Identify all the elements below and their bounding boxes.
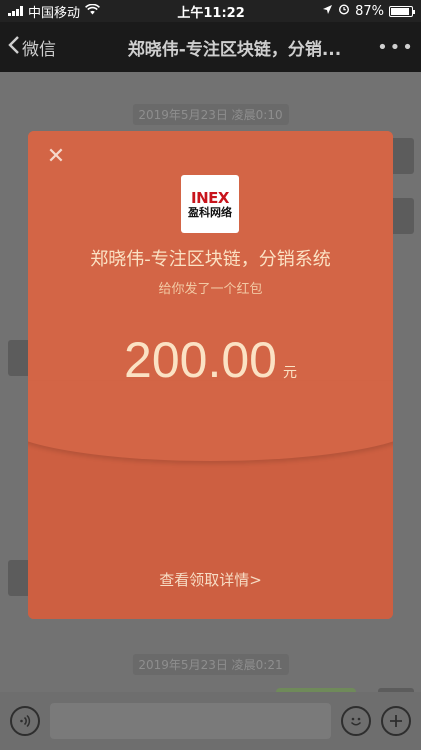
nav-bar: 微信 郑晓伟-专注区块链，分销... ••• [0, 22, 421, 72]
timestamp: 2019年5月23日 凌晨0:21 [132, 654, 289, 675]
alarm-icon [338, 3, 350, 19]
logo-text: INEX [191, 188, 229, 207]
timestamp: 2019年5月23日 凌晨0:10 [132, 104, 289, 125]
more-button[interactable]: ••• [371, 37, 421, 58]
clock: 上午11:22 [177, 5, 245, 21]
carrier-label: 中国移动 [28, 5, 81, 21]
back-button[interactable]: 微信 [0, 35, 98, 60]
currency-label: 元 [282, 365, 297, 381]
voice-icon[interactable] [10, 706, 40, 736]
battery-percent: 87% [355, 3, 384, 19]
battery-icon [389, 5, 415, 17]
amount-row: 200.00 元 [28, 331, 393, 389]
signal-icon [8, 6, 23, 16]
plus-icon[interactable] [381, 706, 411, 736]
back-label: 微信 [22, 39, 56, 60]
packet-flap [28, 381, 393, 461]
red-packet-dialog: ✕ INEX 盈科网络 郑晓伟-专注区块链，分销系统 给你发了一个红包 200.… [28, 131, 393, 619]
status-bar: 中国移动 上午11:22 87% [0, 0, 421, 22]
greeting-text: 给你发了一个红包 [158, 282, 263, 297]
input-bar [0, 692, 421, 750]
back-chevron-icon [8, 35, 20, 60]
location-icon [322, 4, 333, 19]
message-input[interactable] [50, 703, 331, 739]
close-icon[interactable]: ✕ [46, 146, 66, 168]
emoji-icon[interactable] [341, 706, 371, 736]
amount-value: 200.00 [124, 332, 277, 388]
sender-avatar: INEX 盈科网络 [181, 175, 239, 233]
logo-subtext: 盈科网络 [188, 205, 232, 219]
view-details-link[interactable]: 查看领取详情> [28, 569, 393, 590]
wifi-icon [85, 3, 100, 19]
chat-title: 郑晓伟-专注区块链，分销... [127, 39, 342, 60]
sender-name: 郑晓伟-专注区块链，分销系统 [90, 249, 331, 270]
